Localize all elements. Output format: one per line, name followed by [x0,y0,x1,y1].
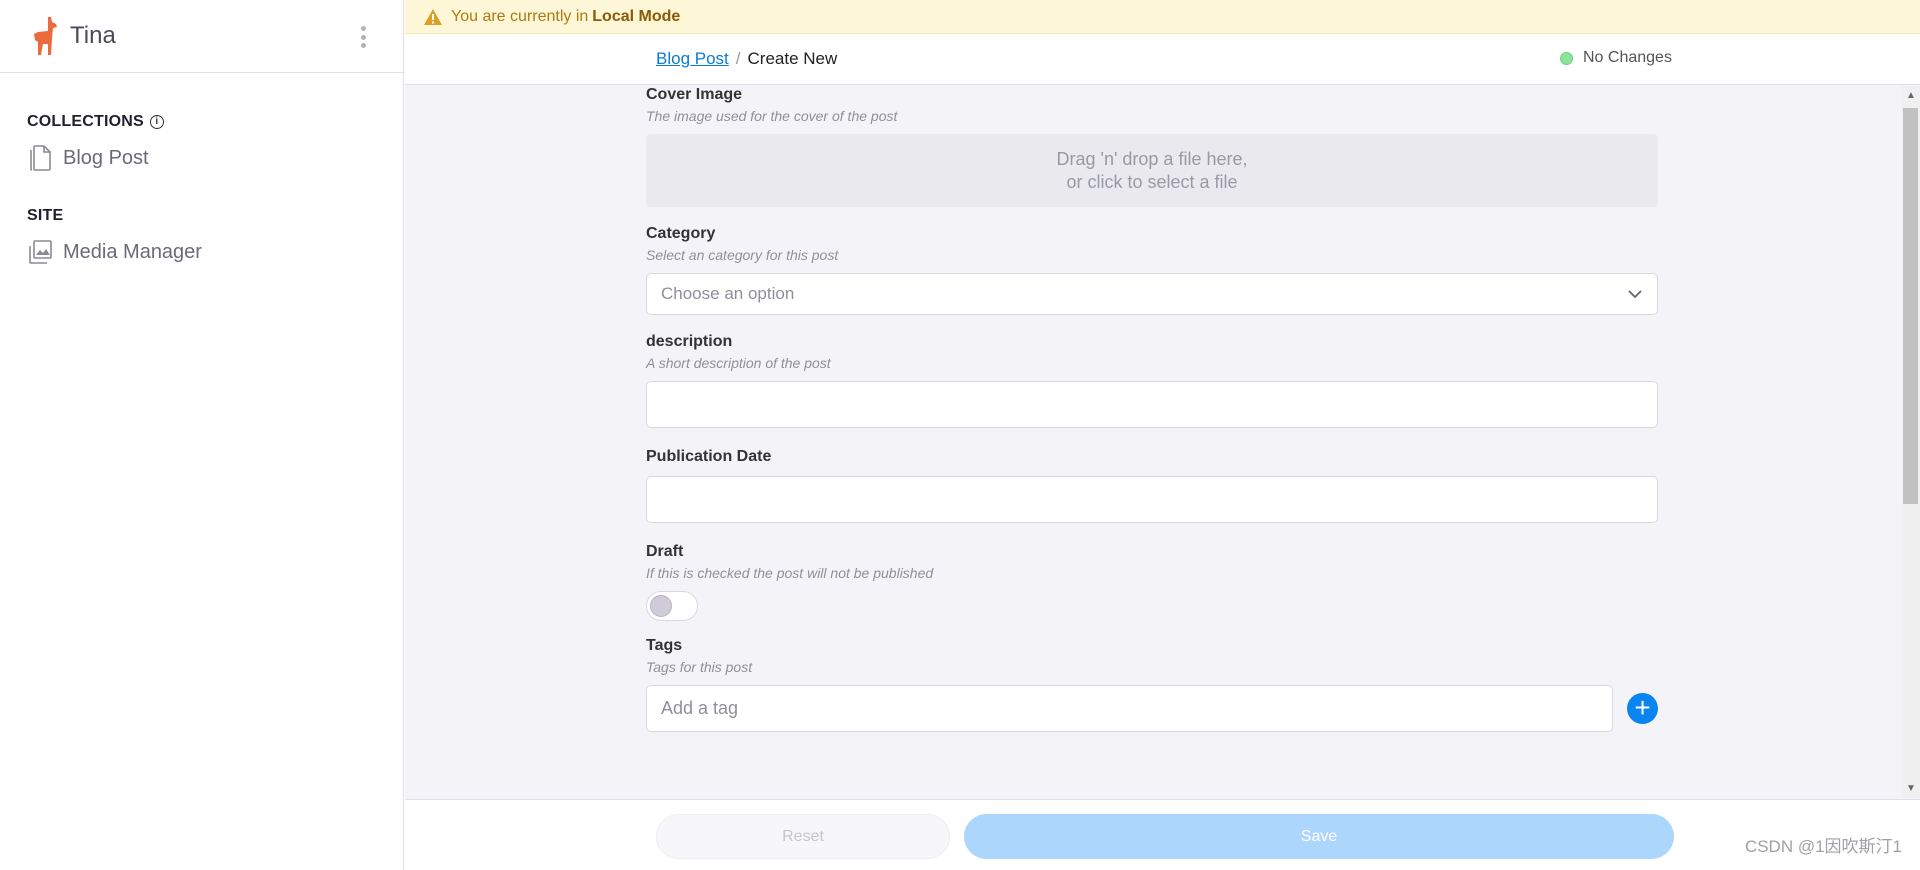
field-label: Tags [646,637,683,654]
draft-toggle[interactable] [646,591,698,621]
scroll-up-arrow-icon[interactable]: ▲ [1906,90,1916,101]
main-panel: You are currently in Local Mode Blog Pos… [405,0,1920,870]
field-publication-date: Publication Date [646,448,1658,523]
tag-input[interactable] [646,685,1614,732]
field-description-text: A short description of the post [646,355,831,371]
banner-mode: Local Mode [592,7,681,25]
breadcrumb: Blog Post / Create New [656,49,837,69]
warning-icon [424,8,442,25]
field-description: The image used for the cover of the post [646,108,898,124]
field-description: description A short description of the p… [646,333,1658,428]
scrollbar-thumb[interactable] [1903,108,1918,504]
scroll-down-arrow-icon[interactable]: ▼ [1906,783,1916,794]
publication-date-input[interactable] [646,476,1658,523]
banner-text: You are currently in [451,7,589,25]
document-icon [30,145,51,171]
status-dot-icon [1560,51,1573,65]
brand-header: Tina [0,0,403,73]
field-label: Cover Image [646,86,743,103]
watermark: CSDN @1因吹斯汀1 [1744,837,1902,856]
more-options-icon[interactable] [361,26,367,48]
sidebar-item-label: Media Manager [63,240,202,263]
brand-name: Tina [70,22,116,49]
dropzone-text-line1: Drag 'n' drop a file here, [1056,148,1248,169]
form-footer: Reset Save [405,799,1920,870]
select-placeholder: Choose an option [661,284,795,303]
dropzone-text-line2: or click to select a file [1066,171,1238,192]
sidebar: Tina COLLECTIONS i Blog Post SITE Media [0,0,404,870]
create-form: Cover Image The image used for the cover… [646,86,1658,732]
sidebar-item-media-manager[interactable]: Media Manager [27,237,403,267]
breadcrumb-link-blog-post[interactable]: Blog Post [656,49,729,69]
collections-section: COLLECTIONS i Blog Post SITE Media Manag… [0,113,403,267]
chevron-down-icon [1628,290,1642,299]
breadcrumb-separator: / [735,49,741,68]
category-select[interactable]: Choose an option [646,273,1658,315]
field-category: Category Select an category for this pos… [646,225,1658,315]
sidebar-item-label: Blog Post [63,146,149,169]
field-description: Tags for this post [646,659,753,675]
breadcrumb-current: Create New [747,49,838,68]
field-description: If this is checked the post will not be … [646,565,934,581]
field-draft: Draft If this is checked the post will n… [646,543,1658,621]
description-input[interactable] [646,381,1658,428]
save-status: No Changes [1560,49,1672,67]
plus-icon: + [1634,692,1651,723]
toggle-knob [650,595,672,617]
info-icon[interactable]: i [149,115,164,129]
local-mode-banner: You are currently in Local Mode [405,0,1920,34]
field-label: Category [646,225,716,242]
llama-logo-icon [34,17,57,55]
reset-button[interactable]: Reset [656,814,950,859]
save-button[interactable]: Save [964,814,1674,859]
field-label: description [646,333,733,350]
field-label: Publication Date [646,448,772,465]
sidebar-item-blog-post[interactable]: Blog Post [27,143,403,173]
field-tags: Tags Tags for this post + [646,637,1658,732]
status-text: No Changes [1583,49,1672,66]
image-dropzone[interactable]: Drag 'n' drop a file here, or click to s… [646,134,1658,207]
tag-input-row: + [646,685,1658,732]
field-label: Draft [646,543,684,560]
image-icon [29,240,52,264]
add-tag-button[interactable]: + [1627,693,1658,724]
field-cover-image: Cover Image The image used for the cover… [646,86,1658,207]
scrollbar[interactable]: ▲ ▼ [1902,86,1920,798]
field-description: Select an category for this post [646,247,839,263]
collections-heading: COLLECTIONS i [27,113,403,131]
top-bar: Blog Post / Create New No Changes [405,34,1920,85]
site-heading: SITE [27,207,64,224]
